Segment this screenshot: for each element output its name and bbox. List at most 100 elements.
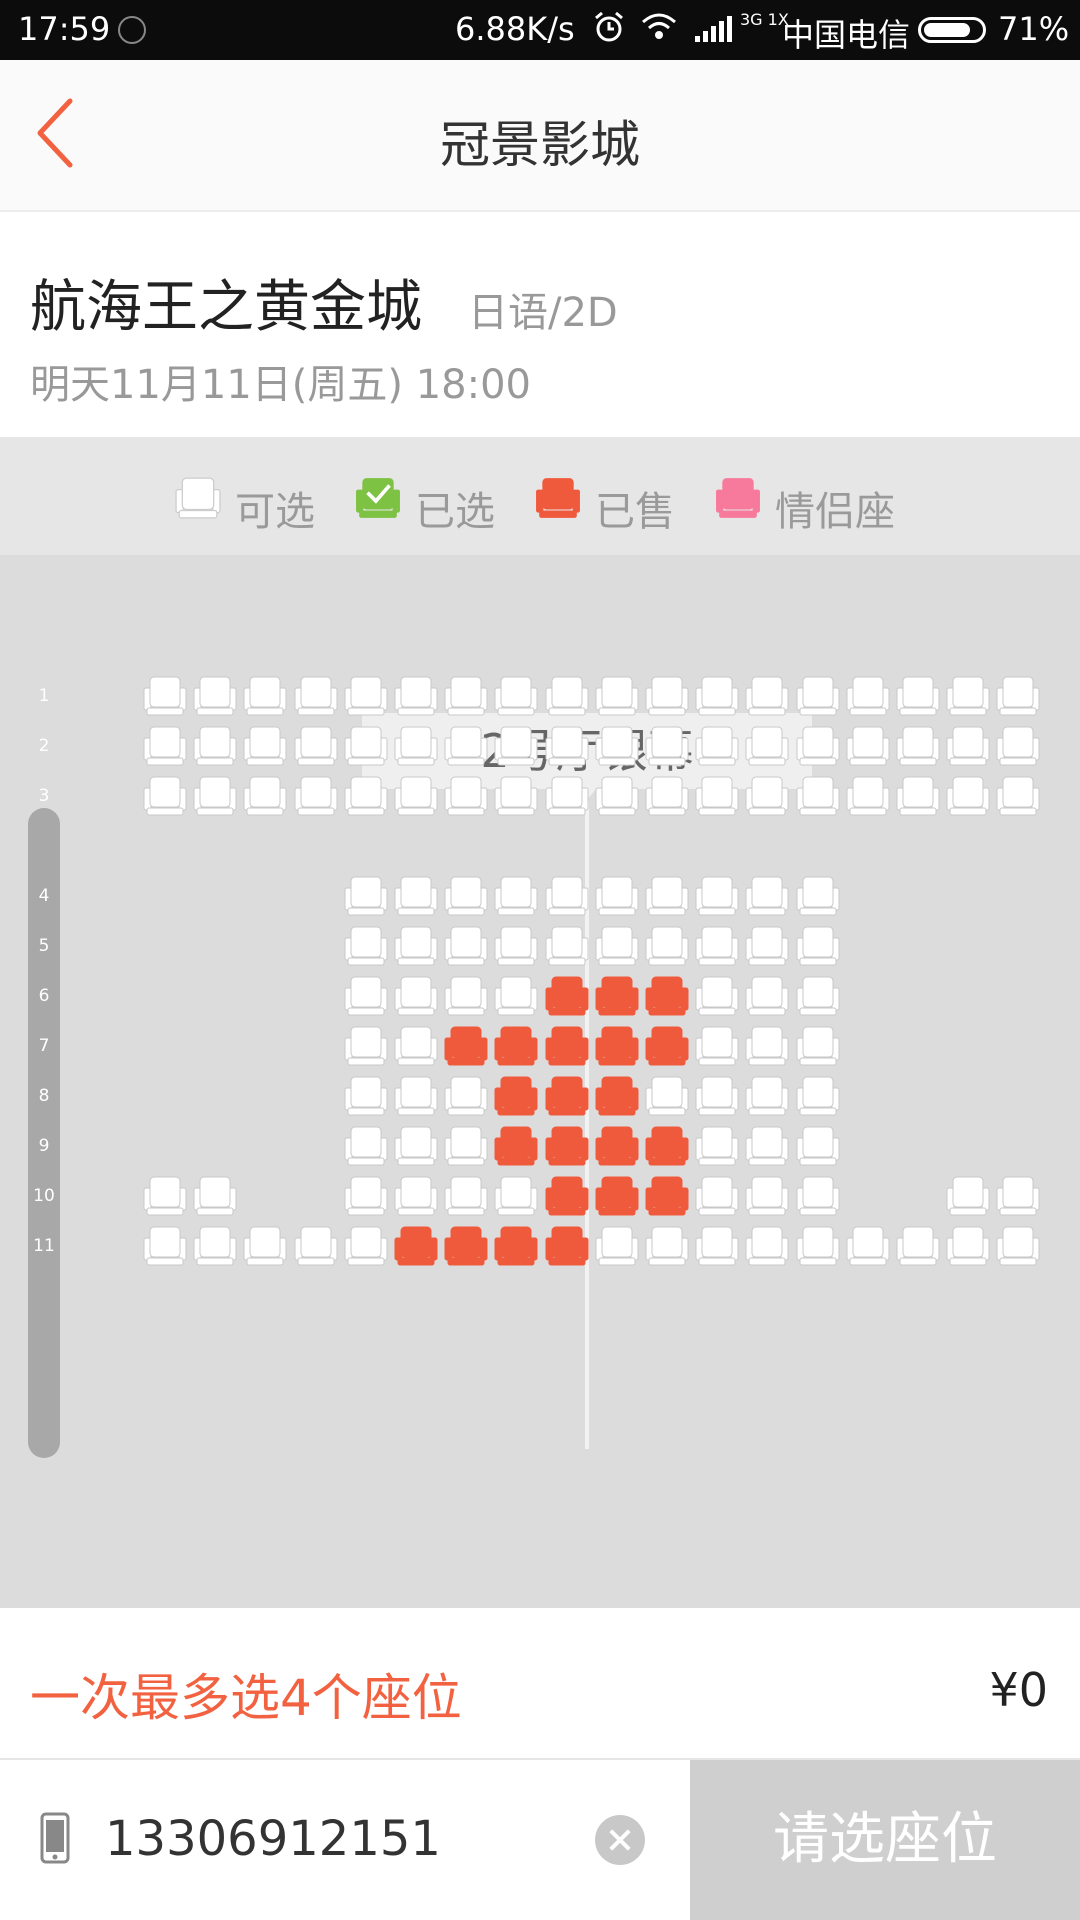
seat-available[interactable] <box>344 726 388 768</box>
seat-available[interactable] <box>143 1176 187 1218</box>
seat-available[interactable] <box>695 1026 739 1068</box>
seat-available[interactable] <box>294 676 338 718</box>
seat-available[interactable] <box>946 1226 990 1268</box>
seat-available[interactable] <box>494 976 538 1018</box>
seat-available[interactable] <box>595 876 639 918</box>
seat-available[interactable] <box>796 926 840 968</box>
seat-available[interactable] <box>946 1176 990 1218</box>
seat-available[interactable] <box>394 1176 438 1218</box>
seat-available[interactable] <box>796 1176 840 1218</box>
seat-available[interactable] <box>444 776 488 818</box>
seat-available[interactable] <box>645 1076 689 1118</box>
seat-available[interactable] <box>243 726 287 768</box>
seat-available[interactable] <box>344 1176 388 1218</box>
seat-available[interactable] <box>745 1026 789 1068</box>
seat-available[interactable] <box>344 976 388 1018</box>
seat-available[interactable] <box>143 726 187 768</box>
seat-available[interactable] <box>695 776 739 818</box>
seat-available[interactable] <box>695 676 739 718</box>
seat-available[interactable] <box>344 1076 388 1118</box>
seat-available[interactable] <box>494 876 538 918</box>
seat-available[interactable] <box>645 1226 689 1268</box>
seat-available[interactable] <box>695 976 739 1018</box>
seat-available[interactable] <box>745 726 789 768</box>
seat-available[interactable] <box>344 1026 388 1068</box>
seat-available[interactable] <box>645 926 689 968</box>
seat-available[interactable] <box>444 1176 488 1218</box>
seat-available[interactable] <box>896 676 940 718</box>
seat-available[interactable] <box>796 1126 840 1168</box>
seat-available[interactable] <box>193 1176 237 1218</box>
seat-available[interactable] <box>394 1026 438 1068</box>
seat-available[interactable] <box>394 926 438 968</box>
seat-available[interactable] <box>695 926 739 968</box>
seat-available[interactable] <box>193 726 237 768</box>
seat-available[interactable] <box>745 1176 789 1218</box>
seat-available[interactable] <box>545 776 589 818</box>
seat-map[interactable]: 2号厅银幕 1234567891011 <box>0 555 1080 1608</box>
seat-available[interactable] <box>494 776 538 818</box>
seat-available[interactable] <box>996 1226 1040 1268</box>
seat-available[interactable] <box>243 676 287 718</box>
seat-available[interactable] <box>846 726 890 768</box>
seat-available[interactable] <box>745 1226 789 1268</box>
seat-available[interactable] <box>394 1076 438 1118</box>
seat-available[interactable] <box>193 1226 237 1268</box>
seat-available[interactable] <box>344 776 388 818</box>
seat-available[interactable] <box>896 1226 940 1268</box>
seat-available[interactable] <box>745 976 789 1018</box>
seat-available[interactable] <box>996 776 1040 818</box>
seat-available[interactable] <box>645 876 689 918</box>
seat-available[interactable] <box>344 876 388 918</box>
seat-available[interactable] <box>444 1076 488 1118</box>
seat-available[interactable] <box>946 776 990 818</box>
seat-available[interactable] <box>394 1126 438 1168</box>
seat-available[interactable] <box>595 926 639 968</box>
seat-available[interactable] <box>796 676 840 718</box>
seat-available[interactable] <box>796 876 840 918</box>
seat-available[interactable] <box>344 926 388 968</box>
seat-available[interactable] <box>946 676 990 718</box>
seat-available[interactable] <box>896 726 940 768</box>
seat-available[interactable] <box>193 776 237 818</box>
seat-available[interactable] <box>494 1176 538 1218</box>
seat-available[interactable] <box>243 1226 287 1268</box>
phone-input[interactable] <box>105 1804 575 1874</box>
seat-available[interactable] <box>294 776 338 818</box>
seat-available[interactable] <box>595 776 639 818</box>
seat-available[interactable] <box>344 1126 388 1168</box>
seat-available[interactable] <box>645 726 689 768</box>
seat-available[interactable] <box>645 776 689 818</box>
seat-available[interactable] <box>846 676 890 718</box>
seat-available[interactable] <box>494 676 538 718</box>
seat-available[interactable] <box>494 726 538 768</box>
seat-available[interactable] <box>996 676 1040 718</box>
seat-available[interactable] <box>745 676 789 718</box>
seat-available[interactable] <box>193 676 237 718</box>
seat-available[interactable] <box>796 1226 840 1268</box>
seat-available[interactable] <box>143 776 187 818</box>
seat-available[interactable] <box>695 1176 739 1218</box>
seat-available[interactable] <box>545 726 589 768</box>
seat-available[interactable] <box>745 1126 789 1168</box>
seat-available[interactable] <box>745 926 789 968</box>
clear-icon[interactable] <box>595 1815 645 1865</box>
seat-available[interactable] <box>846 1226 890 1268</box>
seat-available[interactable] <box>545 676 589 718</box>
seat-available[interactable] <box>695 876 739 918</box>
seat-available[interactable] <box>344 676 388 718</box>
seat-available[interactable] <box>294 1226 338 1268</box>
seat-available[interactable] <box>294 726 338 768</box>
seat-available[interactable] <box>394 726 438 768</box>
seat-available[interactable] <box>796 1076 840 1118</box>
seat-available[interactable] <box>946 726 990 768</box>
seat-available[interactable] <box>143 676 187 718</box>
seat-available[interactable] <box>796 726 840 768</box>
seat-available[interactable] <box>444 876 488 918</box>
seat-available[interactable] <box>695 1226 739 1268</box>
seat-available[interactable] <box>745 876 789 918</box>
seat-available[interactable] <box>394 876 438 918</box>
seat-available[interactable] <box>695 1076 739 1118</box>
seat-available[interactable] <box>695 726 739 768</box>
seat-available[interactable] <box>996 1176 1040 1218</box>
